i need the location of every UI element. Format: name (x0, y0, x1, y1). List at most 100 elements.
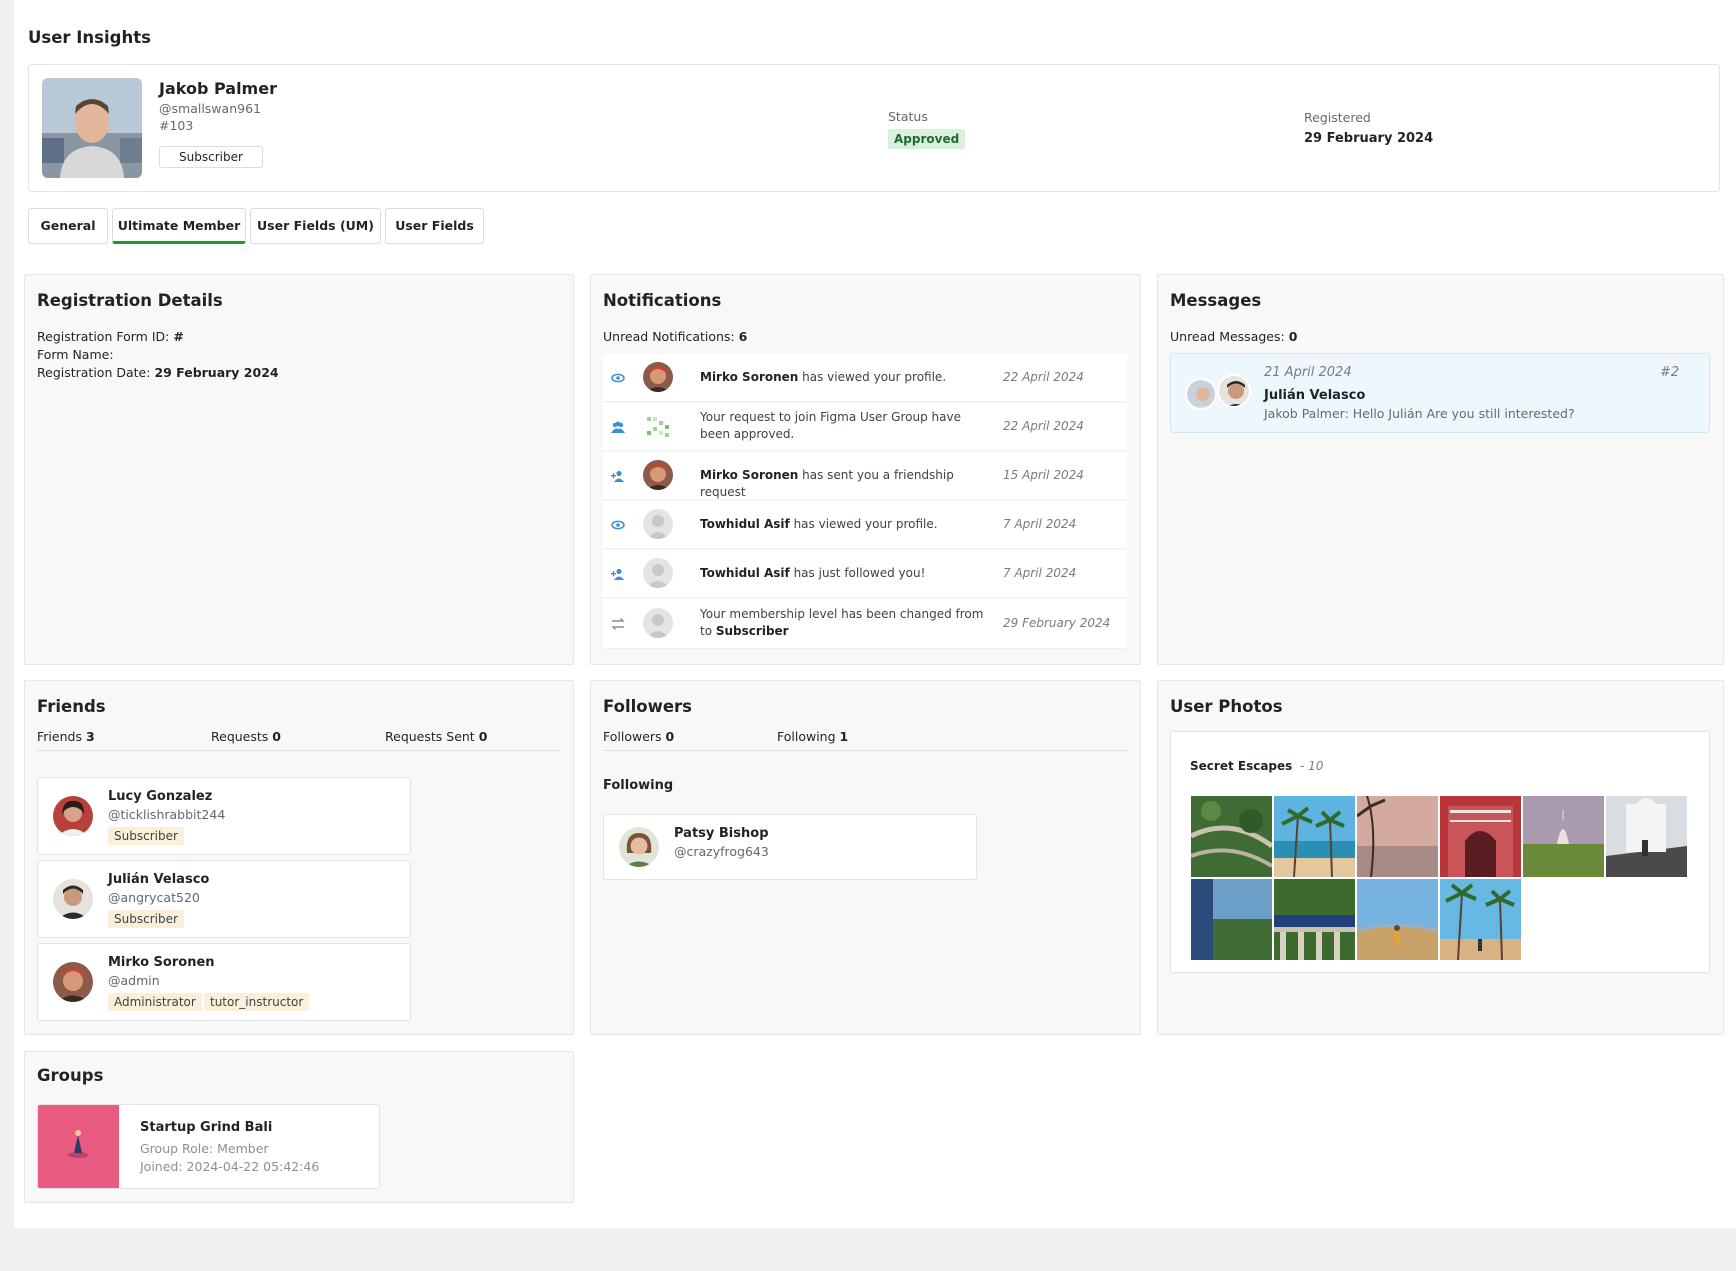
photo-thumbnail[interactable] (1191, 879, 1272, 960)
user-summary-card: Jakob Palmer @smallswan961 #103 Subscrib… (28, 64, 1720, 192)
user-add-icon (611, 469, 625, 483)
unread-notifications-count: 6 (738, 329, 748, 344)
photo-thumbnail[interactable] (1440, 879, 1521, 960)
photo-album: Secret Escapes - 10 (1170, 731, 1710, 973)
group-icon (611, 420, 625, 434)
requests-count-value: 0 (272, 729, 281, 744)
avatar (643, 460, 673, 490)
following-label: Following (777, 729, 836, 744)
friend-name[interactable]: Mirko Soronen (108, 955, 215, 970)
album-count: 10 (1308, 759, 1324, 773)
role-badge: Subscriber (159, 146, 263, 168)
notification-date: 22 April 2024 (1003, 370, 1084, 384)
message-date: 21 April 2024 (1264, 365, 1352, 380)
album-name[interactable]: Secret Escapes (1190, 759, 1292, 773)
photo-thumbnail[interactable] (1357, 796, 1438, 877)
user-name: Jakob Palmer (159, 79, 277, 98)
notification-text: Mirko Soronen has viewed your profile. (700, 369, 990, 386)
friend-card[interactable]: Julián Velasco @angrycat520 Subscriber (37, 860, 411, 938)
registration-details-panel: Registration Details Registration Form I… (24, 274, 574, 665)
notification-date: 7 April 2024 (1003, 517, 1077, 531)
registered-date: 29 February 2024 (1304, 131, 1434, 146)
tab-user-fields-um[interactable]: User Fields (UM) (250, 208, 381, 244)
photo-thumbnail[interactable] (1440, 796, 1521, 877)
avatar (619, 827, 659, 867)
avatar (1217, 374, 1251, 408)
avatar (53, 796, 93, 836)
notification-item[interactable]: Towhidul Asif has viewed your profile. 7… (603, 501, 1127, 549)
notification-actor: Towhidul Asif (700, 566, 790, 580)
message-sender: Julián Velasco (1264, 388, 1366, 403)
form-id-label: Registration Form ID: (37, 329, 170, 344)
form-name-label: Form Name: (37, 347, 114, 362)
user-id: #103 (159, 118, 194, 133)
group-cover (38, 1105, 119, 1188)
tab-ultimate-member[interactable]: Ultimate Member (112, 208, 246, 244)
tab-general[interactable]: General (28, 208, 108, 244)
friend-name[interactable]: Lucy Gonzalez (108, 789, 212, 804)
registration-date: Registration Date: 29 February 2024 (37, 365, 279, 380)
group-role: Group Role: Member (140, 1141, 269, 1156)
registration-date-value: 29 February 2024 (154, 365, 279, 380)
avatar (53, 879, 93, 919)
avatar-placeholder (643, 509, 673, 539)
message-thread-number: #2 (1660, 365, 1680, 380)
notifications-panel: Notifications Unread Notifications: 6 Mi… (590, 274, 1141, 665)
role-badge: Subscriber (108, 827, 184, 845)
notification-item[interactable]: Mirko Soronen has sent you a friendship … (603, 452, 1127, 500)
photo-thumbnail[interactable] (1274, 796, 1355, 877)
notification-message: has viewed your profile. (789, 517, 938, 531)
friend-card[interactable]: Mirko Soronen @admin Administrator tutor… (37, 943, 411, 1021)
notification-item[interactable]: Mirko Soronen has viewed your profile. 2… (603, 354, 1127, 402)
group-card[interactable]: Startup Grind Bali Group Role: Member Jo… (37, 1104, 380, 1189)
friend-handle: @angrycat520 (108, 890, 200, 905)
avatar-placeholder (643, 608, 673, 638)
photo-thumbnail[interactable] (1606, 796, 1687, 877)
friends-count: Friends 3 (37, 729, 95, 744)
group-name[interactable]: Startup Grind Bali (140, 1120, 272, 1135)
notification-date: 29 February 2024 (1003, 616, 1111, 630)
photo-thumbnail[interactable] (1357, 879, 1438, 960)
following-count[interactable]: Following 1 (777, 729, 848, 744)
user-add-icon (611, 567, 625, 581)
photo-thumbnail[interactable] (1191, 796, 1272, 877)
followers-count-value: 0 (665, 729, 675, 744)
requests-sent-count[interactable]: Requests Sent 0 (385, 729, 487, 744)
notification-text: Your membership level has been changed f… (700, 606, 990, 640)
unread-messages-label: Unread Messages: (1170, 329, 1285, 344)
photo-thumbnail[interactable] (1274, 879, 1355, 960)
notification-item[interactable]: Towhidul Asif has just followed you! 7 A… (603, 550, 1127, 598)
notification-date: 15 April 2024 (1003, 468, 1084, 482)
followers-label: Followers (603, 729, 662, 744)
avatar (42, 78, 142, 178)
notification-date: 7 April 2024 (1003, 566, 1077, 580)
followers-count[interactable]: Followers 0 (603, 729, 674, 744)
notification-actor: Towhidul Asif (700, 517, 790, 531)
friend-card[interactable]: Lucy Gonzalez @ticklishrabbit244 Subscri… (37, 777, 411, 855)
following-card[interactable]: Patsy Bishop @crazyfrog643 (603, 814, 977, 880)
requests-sent-label: Requests Sent (385, 729, 475, 744)
notification-text: Towhidul Asif has just followed you! (700, 565, 990, 582)
photo-thumbnail[interactable] (1523, 796, 1604, 877)
tab-user-fields[interactable]: User Fields (385, 208, 484, 244)
following-handle: @crazyfrog643 (674, 844, 769, 859)
notification-level: Subscriber (715, 624, 789, 638)
registered-label: Registered (1304, 110, 1371, 125)
following-name[interactable]: Patsy Bishop (674, 826, 769, 841)
panel-title: Messages (1170, 291, 1262, 310)
friend-name[interactable]: Julián Velasco (108, 872, 209, 887)
notification-text: Towhidul Asif has viewed your profile. (700, 516, 990, 533)
role-badge: Subscriber (108, 910, 184, 928)
groups-panel: Groups Startup Grind Bali Group Role: Me… (24, 1051, 574, 1203)
following-section-title: Following (603, 778, 674, 793)
requests-label: Requests (211, 729, 269, 744)
status-badge: Approved (888, 129, 966, 149)
notification-item[interactable]: Your request to join Figma User Group ha… (603, 403, 1127, 451)
group-joined: Joined: 2024-04-22 05:42:46 (140, 1159, 320, 1174)
message-thread[interactable]: 21 April 2024 #2 Julián Velasco Jakob Pa… (1170, 353, 1710, 433)
notification-date: 22 April 2024 (1003, 419, 1084, 433)
notification-actor: Mirko Soronen (700, 370, 799, 384)
page-title: User Insights (28, 28, 151, 47)
notification-item[interactable]: Your membership level has been changed f… (603, 599, 1127, 649)
requests-count[interactable]: Requests 0 (211, 729, 281, 744)
